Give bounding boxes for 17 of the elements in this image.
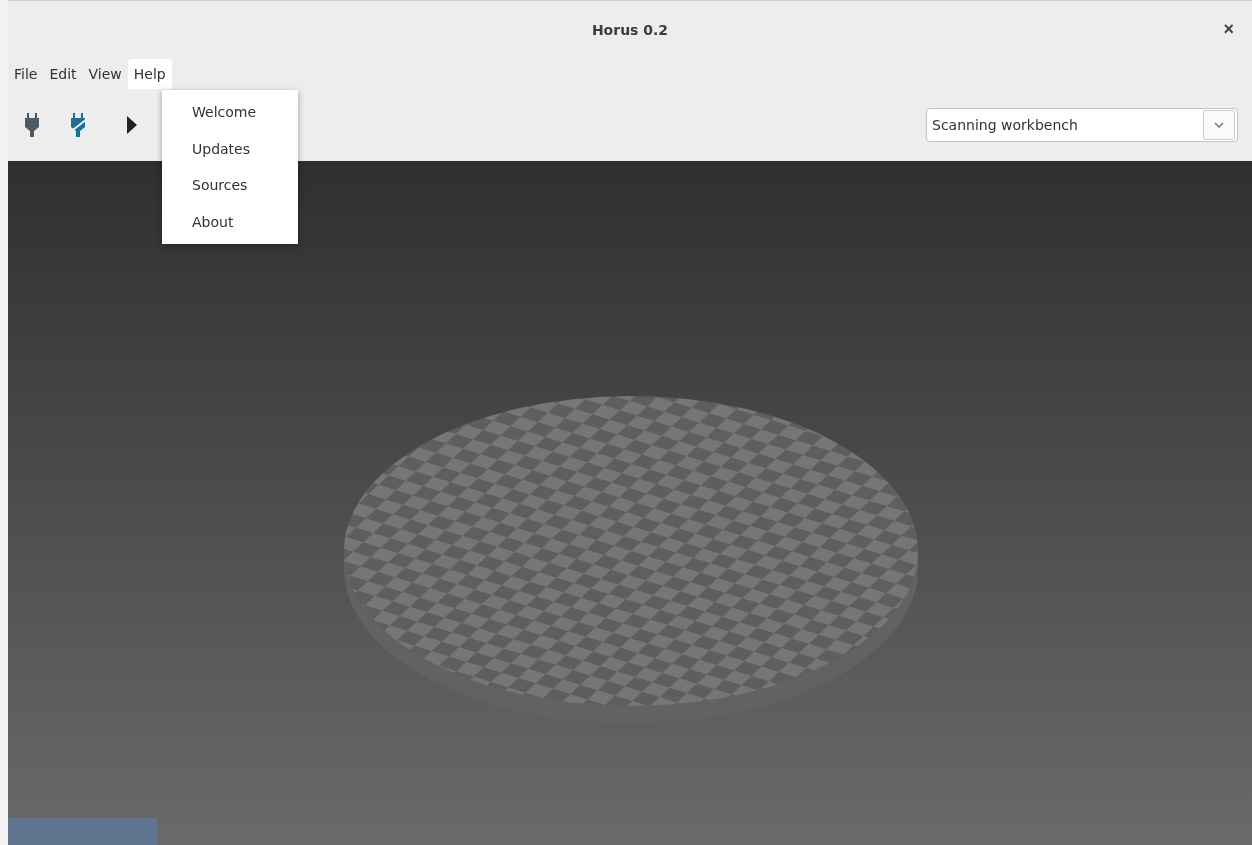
- menu-item[interactable]: File: [8, 59, 44, 89]
- unplug-icon: [69, 113, 87, 137]
- plug-icon: [24, 113, 40, 137]
- 3d-viewport[interactable]: [8, 161, 1252, 845]
- menu-entry[interactable]: Sources: [162, 167, 298, 204]
- select-value: Scanning workbench: [931, 117, 1079, 133]
- workbench-select[interactable]: Scanning workbench: [926, 108, 1238, 142]
- menu-entry[interactable]: Updates: [162, 130, 298, 167]
- chevron-down-icon: [1214, 122, 1224, 128]
- close-button[interactable]: ×: [1219, 19, 1238, 40]
- menu-item[interactable]: View: [82, 59, 128, 89]
- menu-entry[interactable]: Welcome: [162, 94, 298, 131]
- menu-item[interactable]: Help: [127, 59, 172, 89]
- play-icon: [126, 115, 138, 135]
- menu-item[interactable]: Edit: [43, 59, 83, 89]
- menu-entry[interactable]: About: [162, 203, 298, 240]
- window-title: Horus 0.2: [591, 22, 669, 38]
